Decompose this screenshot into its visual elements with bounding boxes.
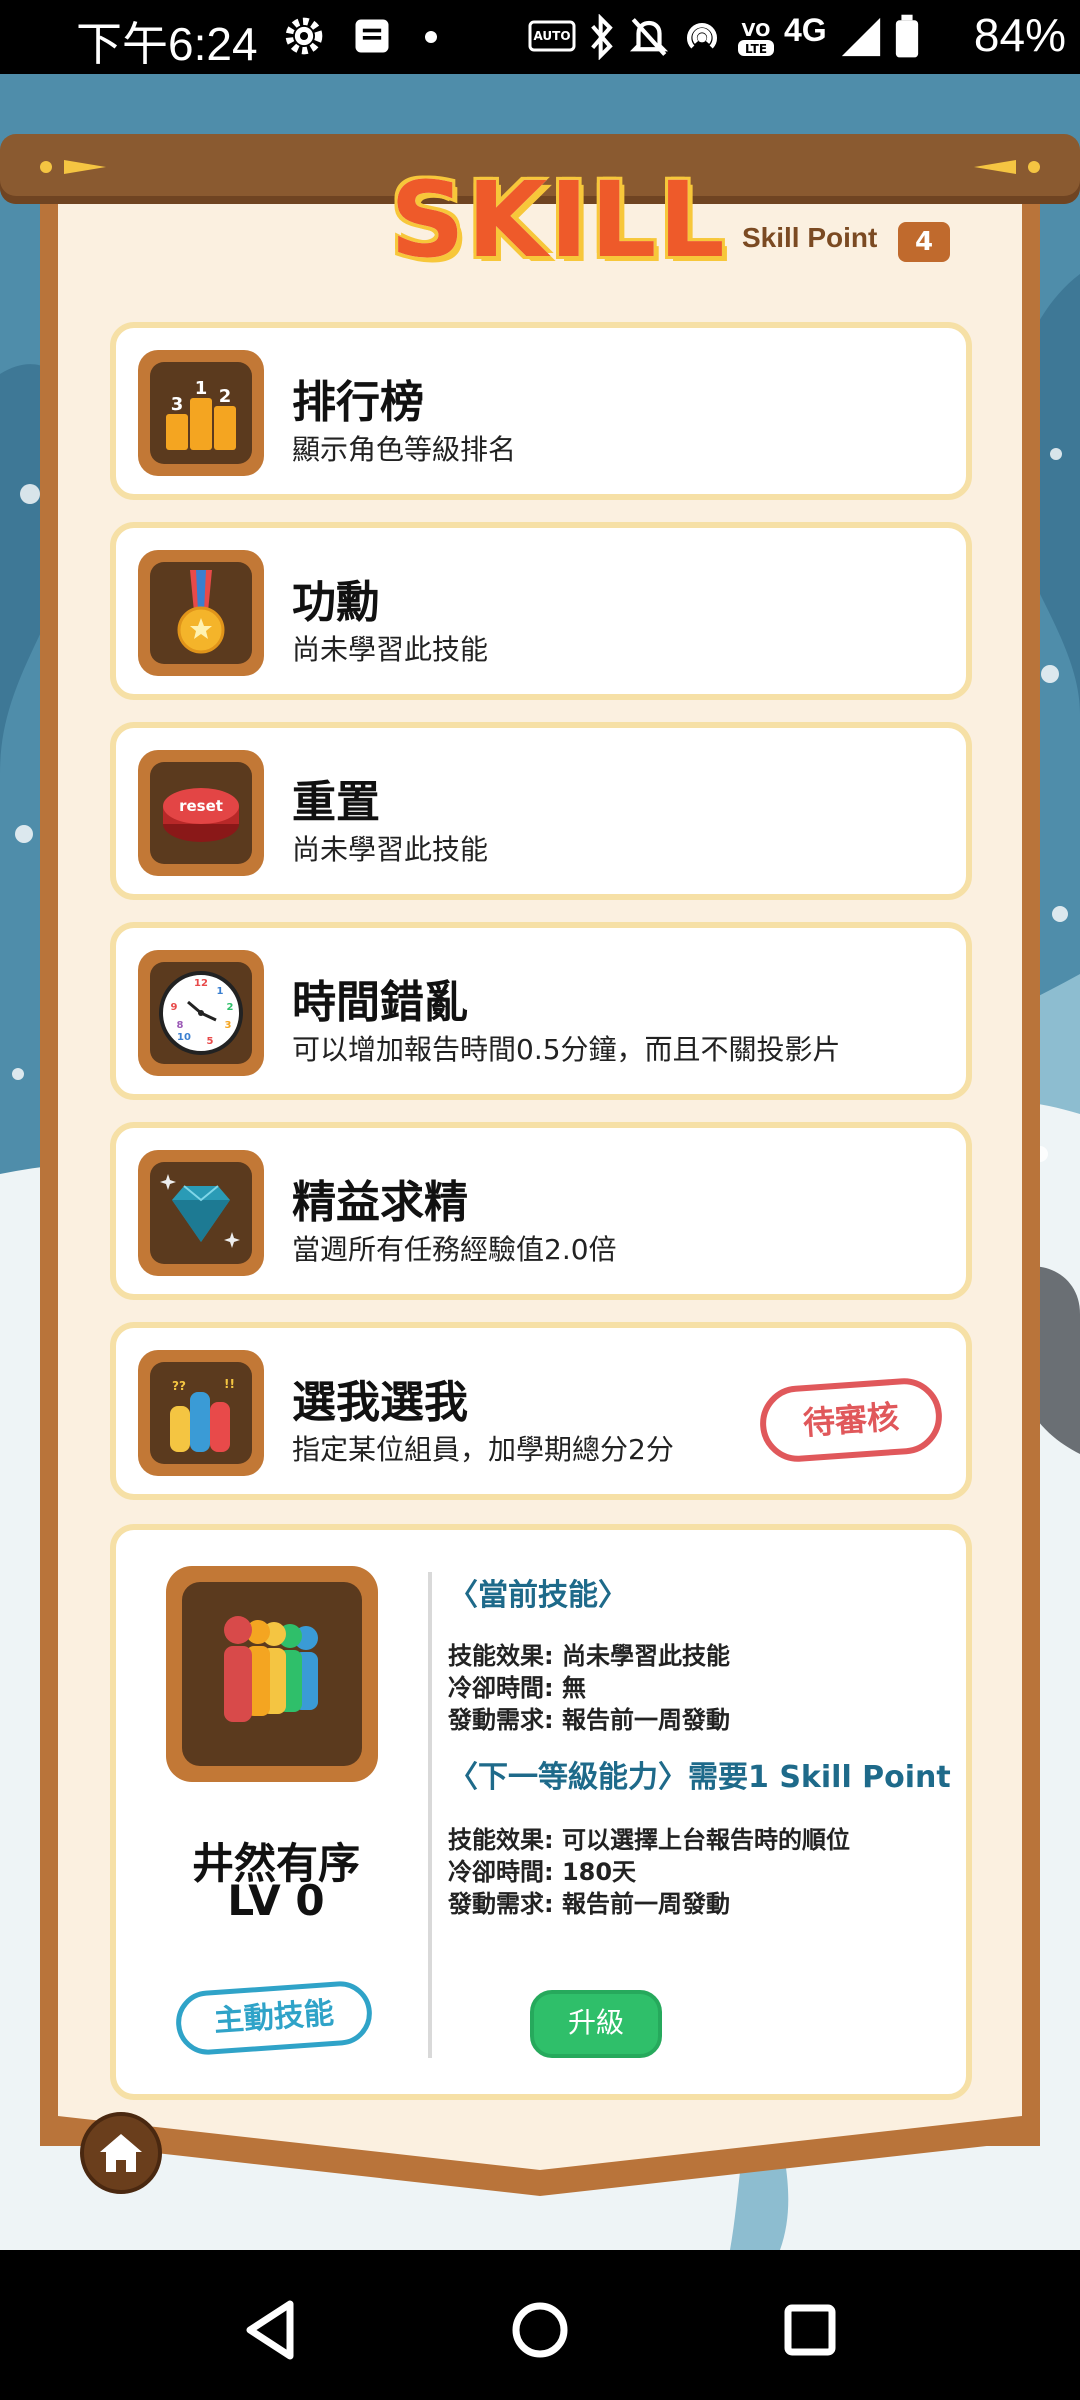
clock-icon: 12 1 2 3 8 9 10 5 (159, 971, 243, 1055)
svg-text:??: ?? (172, 1379, 186, 1393)
skill-card-excellence[interactable]: 精益求精 當週所有任務經驗值2.0倍 (110, 1122, 972, 1300)
settings-gear-icon (285, 17, 323, 55)
skill-card-reset[interactable]: reset 重置 尚未學習此技能 (110, 722, 972, 900)
diamond-icon (160, 1174, 240, 1248)
detail-skill-level: LV 0 (227, 1876, 325, 1925)
detail-divider (428, 1572, 432, 2058)
podium-icon: 3 1 2 (166, 378, 236, 450)
skill-card-pick-me[interactable]: ?? !! 選我選我 指定某位組員，加學期總分2分 待審核 (110, 1322, 972, 1500)
skill-detail-card: 井然有序 LV 0 主動技能 〈當前技能〉 技能效果: 尚未學習此技能 冷卻時間… (110, 1524, 972, 2100)
svg-text:reset: reset (179, 797, 223, 815)
home-button[interactable] (80, 2112, 162, 2194)
active-skill-tag: 主動技能 (174, 1979, 374, 2057)
bluetooth-icon (591, 14, 613, 60)
next-cooldown: 冷卻時間: 180天 (448, 1858, 637, 1886)
current-skill-heading: 〈當前技能〉 (448, 1578, 628, 1613)
signal-icon (841, 17, 881, 57)
skill-name: 選我選我 (292, 1377, 468, 1428)
skill-desc: 尚未學習此技能 (292, 833, 489, 866)
mute-bell-icon (629, 18, 669, 56)
next-level-heading: 〈下一等級能力〉需要1 Skill Point (448, 1760, 951, 1795)
skill-card-leaderboard[interactable]: 3 1 2 排行榜 顯示角色等級排名 (110, 322, 972, 500)
notification-dot-icon (425, 31, 437, 43)
svg-text:3: 3 (225, 1020, 232, 1031)
status-bar: 下午6:24 AUTO VO LTE 4G 84% (0, 0, 1080, 74)
back-triangle-icon[interactable] (232, 2290, 312, 2370)
svg-text:3: 3 (171, 394, 184, 415)
skill-name: 精益求精 (292, 1177, 468, 1228)
skill-desc: 顯示角色等級排名 (292, 433, 517, 466)
next-effect: 技能效果: 可以選擇上台報告時的順位 (448, 1826, 850, 1854)
svg-text:8: 8 (177, 1020, 184, 1031)
skill-card-time-warp[interactable]: 12 1 2 3 8 9 10 5 時間錯亂 可以增加報告時間0.5分鐘，而且不關投影片 (110, 922, 972, 1100)
network-type: 4G (784, 12, 827, 48)
skill-name: 重置 (292, 777, 380, 828)
upgrade-button[interactable]: 升級 (530, 1990, 662, 2058)
svg-text:1: 1 (217, 986, 224, 997)
svg-text:AUTO: AUTO (533, 29, 570, 43)
hotspot-icon (687, 23, 717, 49)
svg-text:LTE: LTE (745, 42, 767, 56)
auto-brightness-icon: AUTO (528, 20, 576, 52)
pending-review-stamp: 待審核 (757, 1375, 945, 1465)
skill-desc: 尚未學習此技能 (292, 633, 489, 666)
current-cooldown: 冷卻時間: 無 (448, 1674, 586, 1702)
battery-percent: 84% (973, 9, 1066, 61)
skill-icon-frame (138, 1150, 264, 1276)
people-queue-icon (224, 1616, 318, 1722)
skill-icon-frame: 3 1 2 (138, 350, 264, 476)
svg-text:5: 5 (207, 1036, 214, 1047)
skill-desc: 可以增加報告時間0.5分鐘，而且不關投影片 (292, 1033, 841, 1066)
status-time: 下午6:24 (76, 18, 258, 70)
rod-left-cap-icon (40, 160, 106, 174)
raised-hands-icon: ?? !! (170, 1377, 235, 1452)
svg-text:VO: VO (742, 20, 771, 41)
home-icon (100, 2134, 142, 2172)
skill-point-label: Skill Point (742, 222, 878, 253)
svg-text:2: 2 (227, 1002, 234, 1013)
skill-icon-frame: ?? !! (138, 1350, 264, 1476)
skill-name: 時間錯亂 (292, 977, 468, 1028)
current-effect: 技能效果: 尚未學習此技能 (448, 1642, 730, 1670)
svg-text:1: 1 (195, 378, 208, 399)
skill-icon-frame: reset (138, 750, 264, 876)
current-requirement: 發動需求: 報告前一周發動 (448, 1706, 730, 1734)
skill-icon-frame: 12 1 2 3 8 9 10 5 (138, 950, 264, 1076)
next-requirement: 發動需求: 報告前一周發動 (448, 1890, 730, 1918)
recents-square-icon[interactable] (770, 2290, 850, 2370)
skill-icon-frame (138, 550, 264, 676)
battery-icon (895, 14, 919, 58)
page-title: SKILL (390, 159, 727, 281)
skill-point-badge: 4 (898, 222, 950, 262)
svg-text:9: 9 (171, 1002, 178, 1013)
svg-text:2: 2 (219, 386, 232, 407)
home-circle-icon[interactable] (500, 2290, 580, 2370)
svg-text:12: 12 (194, 978, 208, 989)
skill-card-merit[interactable]: 功勳 尚未學習此技能 (110, 522, 972, 700)
svg-text:10: 10 (177, 1032, 191, 1043)
medal-icon (177, 570, 225, 654)
message-icon (355, 19, 389, 53)
skill-desc: 當週所有任務經驗值2.0倍 (292, 1233, 617, 1266)
skill-desc: 指定某位組員，加學期總分2分 (292, 1433, 674, 1466)
system-nav-bar (0, 2250, 1080, 2400)
rod-right-cap-icon (974, 160, 1040, 174)
svg-text:!!: !! (224, 1377, 235, 1391)
skill-name: 功勳 (292, 577, 380, 628)
volte-icon: VO LTE (738, 20, 774, 56)
detail-icon-frame (166, 1566, 378, 1782)
reset-button-icon: reset (163, 788, 239, 842)
skill-name: 排行榜 (292, 377, 424, 428)
